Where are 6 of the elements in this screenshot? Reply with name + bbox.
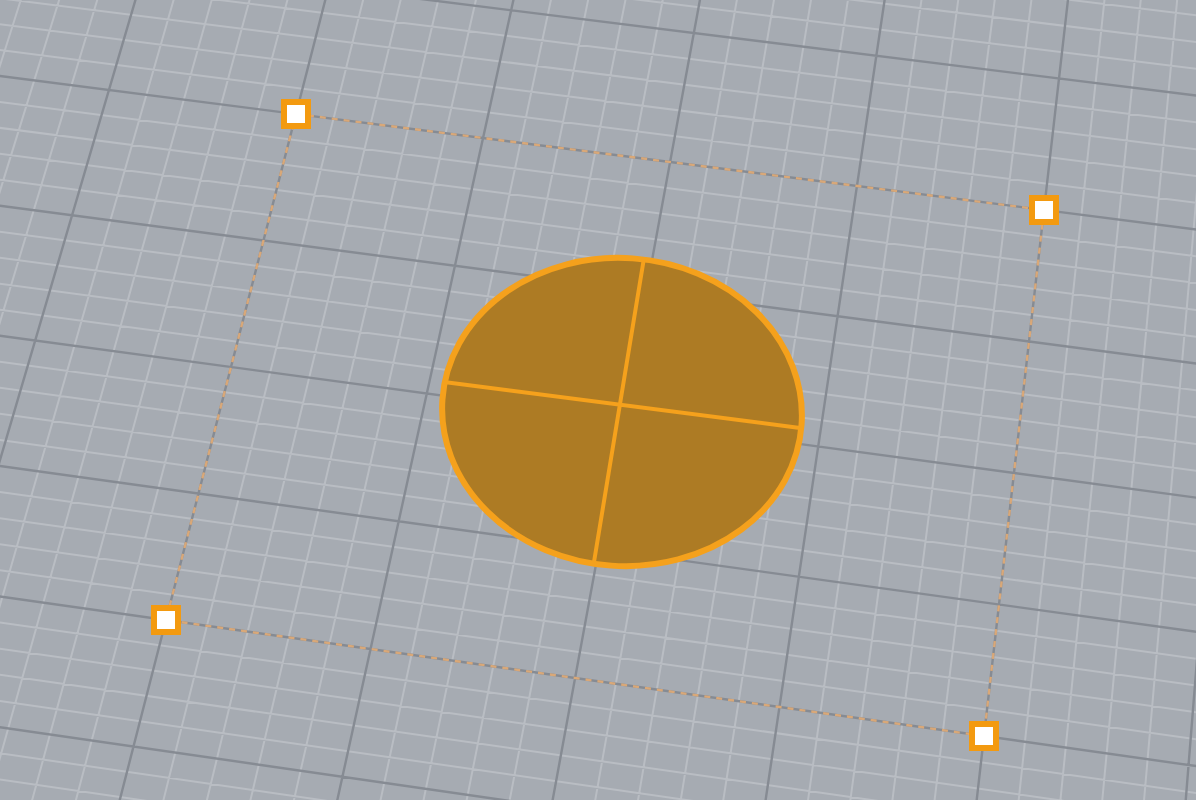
viewport-canvas[interactable] bbox=[0, 0, 1196, 800]
disc-shape[interactable] bbox=[439, 255, 805, 569]
control-point-handle[interactable] bbox=[281, 99, 311, 129]
control-point-handle[interactable] bbox=[969, 721, 999, 751]
control-point-handle[interactable] bbox=[1029, 195, 1059, 225]
control-point-handle[interactable] bbox=[151, 605, 181, 635]
